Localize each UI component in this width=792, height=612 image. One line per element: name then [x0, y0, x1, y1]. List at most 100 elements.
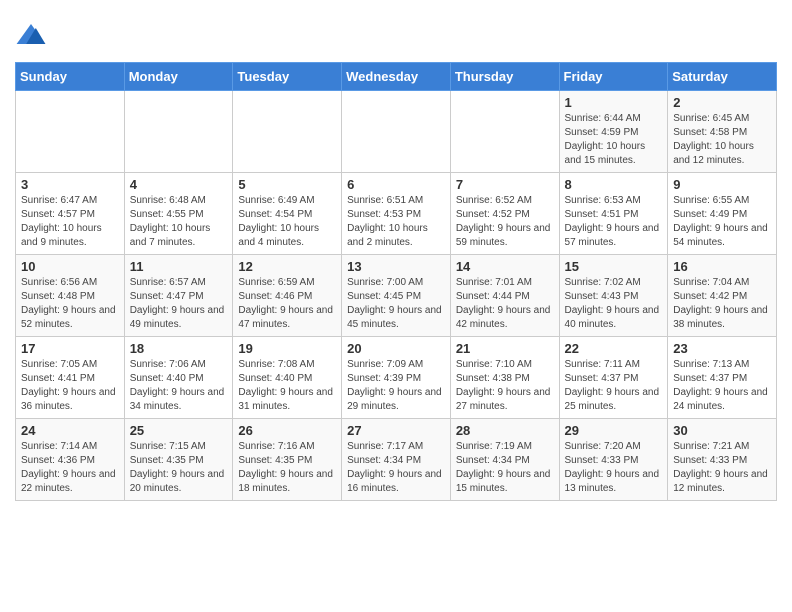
day-number: 13: [347, 259, 445, 274]
column-header-monday: Monday: [124, 63, 233, 91]
day-number: 16: [673, 259, 771, 274]
day-info: Sunrise: 7:08 AM Sunset: 4:40 PM Dayligh…: [238, 358, 336, 414]
calendar-row: 17 Sunrise: 7:05 AM Sunset: 4:41 PM Dayli…: [16, 337, 777, 419]
calendar-cell: 2 Sunrise: 6:45 AM Sunset: 4:58 PM Daylig…: [668, 91, 777, 173]
calendar-cell: 15 Sunrise: 7:02 AM Sunset: 4:43 PM Dayli…: [559, 255, 668, 337]
column-header-sunday: Sunday: [16, 63, 125, 91]
day-number: 20: [347, 341, 445, 356]
calendar-cell: 10 Sunrise: 6:56 AM Sunset: 4:48 PM Dayli…: [16, 255, 125, 337]
day-info: Sunrise: 6:57 AM Sunset: 4:47 PM Dayligh…: [130, 276, 228, 332]
calendar-cell: 4 Sunrise: 6:48 AM Sunset: 4:55 PM Daylig…: [124, 173, 233, 255]
calendar-cell: 12 Sunrise: 6:59 AM Sunset: 4:46 PM Dayli…: [233, 255, 342, 337]
calendar-cell: 29 Sunrise: 7:20 AM Sunset: 4:33 PM Dayli…: [559, 419, 668, 501]
calendar-table: SundayMondayTuesdayWednesdayThursdayFrid…: [15, 62, 777, 501]
day-info: Sunrise: 7:06 AM Sunset: 4:40 PM Dayligh…: [130, 358, 228, 414]
calendar-cell: 7 Sunrise: 6:52 AM Sunset: 4:52 PM Daylig…: [450, 173, 559, 255]
day-info: Sunrise: 7:11 AM Sunset: 4:37 PM Dayligh…: [565, 358, 663, 414]
day-number: 10: [21, 259, 119, 274]
calendar-cell: 23Sunrise: 7:13 AM Sunset: 4:37 PM Dayli…: [668, 337, 777, 419]
day-number: 30: [673, 423, 771, 438]
day-number: 8: [565, 177, 663, 192]
calendar-cell: 17 Sunrise: 7:05 AM Sunset: 4:41 PM Dayli…: [16, 337, 125, 419]
day-info: Sunrise: 6:48 AM Sunset: 4:55 PM Dayligh…: [130, 194, 228, 250]
day-number: 27: [347, 423, 445, 438]
day-number: 4: [130, 177, 228, 192]
day-number: 25: [130, 423, 228, 438]
day-number: 7: [456, 177, 554, 192]
day-number: 11: [130, 259, 228, 274]
day-info: Sunrise: 6:55 AM Sunset: 4:49 PM Dayligh…: [673, 194, 771, 250]
calendar-cell: [233, 91, 342, 173]
day-info: Sunrise: 7:01 AM Sunset: 4:44 PM Dayligh…: [456, 276, 554, 332]
day-number: 28: [456, 423, 554, 438]
day-info: Sunrise: 6:56 AM Sunset: 4:48 PM Dayligh…: [21, 276, 119, 332]
day-number: 5: [238, 177, 336, 192]
day-info: Sunrise: 7:04 AM Sunset: 4:42 PM Dayligh…: [673, 276, 771, 332]
day-number: 9: [673, 177, 771, 192]
calendar-cell: 26Sunrise: 7:16 AM Sunset: 4:35 PM Dayli…: [233, 419, 342, 501]
day-info: Sunrise: 7:20 AM Sunset: 4:33 PM Dayligh…: [565, 440, 663, 496]
day-number: 15: [565, 259, 663, 274]
day-info: Sunrise: 6:59 AM Sunset: 4:46 PM Dayligh…: [238, 276, 336, 332]
day-number: 29: [565, 423, 663, 438]
day-number: 2: [673, 95, 771, 110]
calendar-cell: 8 Sunrise: 6:53 AM Sunset: 4:51 PM Daylig…: [559, 173, 668, 255]
day-info: Sunrise: 7:21 AM Sunset: 4:33 PM Dayligh…: [673, 440, 771, 496]
calendar-cell: [450, 91, 559, 173]
day-info: Sunrise: 6:52 AM Sunset: 4:52 PM Dayligh…: [456, 194, 554, 250]
header-row: SundayMondayTuesdayWednesdayThursdayFrid…: [16, 63, 777, 91]
calendar-row: 1 Sunrise: 6:44 AM Sunset: 4:59 PM Daylig…: [16, 91, 777, 173]
day-number: 1: [565, 95, 663, 110]
calendar-cell: 30 Sunrise: 7:21 AM Sunset: 4:33 PM Dayli…: [668, 419, 777, 501]
day-info: Sunrise: 6:44 AM Sunset: 4:59 PM Dayligh…: [565, 112, 663, 168]
day-info: Sunrise: 7:17 AM Sunset: 4:34 PM Dayligh…: [347, 440, 445, 496]
calendar-cell: 21 Sunrise: 7:10 AM Sunset: 4:38 PM Dayli…: [450, 337, 559, 419]
day-number: 22: [565, 341, 663, 356]
column-header-wednesday: Wednesday: [342, 63, 451, 91]
day-number: 6: [347, 177, 445, 192]
day-info: Sunrise: 7:00 AM Sunset: 4:45 PM Dayligh…: [347, 276, 445, 332]
day-info: Sunrise: 7:09 AM Sunset: 4:39 PM Dayligh…: [347, 358, 445, 414]
calendar-cell: 11 Sunrise: 6:57 AM Sunset: 4:47 PM Dayli…: [124, 255, 233, 337]
calendar-cell: 16 Sunrise: 7:04 AM Sunset: 4:42 PM Dayli…: [668, 255, 777, 337]
calendar-row: 24Sunrise: 7:14 AM Sunset: 4:36 PM Dayli…: [16, 419, 777, 501]
day-number: 14: [456, 259, 554, 274]
column-header-tuesday: Tuesday: [233, 63, 342, 91]
calendar-cell: 27 Sunrise: 7:17 AM Sunset: 4:34 PM Dayli…: [342, 419, 451, 501]
calendar-cell: [342, 91, 451, 173]
day-info: Sunrise: 6:53 AM Sunset: 4:51 PM Dayligh…: [565, 194, 663, 250]
calendar-cell: 3Sunrise: 6:47 AM Sunset: 4:57 PM Daylig…: [16, 173, 125, 255]
calendar-row: 3Sunrise: 6:47 AM Sunset: 4:57 PM Daylig…: [16, 173, 777, 255]
day-info: Sunrise: 7:05 AM Sunset: 4:41 PM Dayligh…: [21, 358, 119, 414]
calendar-cell: 25 Sunrise: 7:15 AM Sunset: 4:35 PM Dayli…: [124, 419, 233, 501]
day-number: 3: [21, 177, 119, 192]
day-info: Sunrise: 7:14 AM Sunset: 4:36 PM Dayligh…: [21, 440, 119, 496]
calendar-row: 10 Sunrise: 6:56 AM Sunset: 4:48 PM Dayli…: [16, 255, 777, 337]
day-number: 19: [238, 341, 336, 356]
column-header-thursday: Thursday: [450, 63, 559, 91]
calendar-cell: 14 Sunrise: 7:01 AM Sunset: 4:44 PM Dayli…: [450, 255, 559, 337]
calendar-cell: 18 Sunrise: 7:06 AM Sunset: 4:40 PM Dayli…: [124, 337, 233, 419]
column-header-friday: Friday: [559, 63, 668, 91]
day-number: 12: [238, 259, 336, 274]
calendar-cell: [124, 91, 233, 173]
calendar-cell: 1 Sunrise: 6:44 AM Sunset: 4:59 PM Daylig…: [559, 91, 668, 173]
day-number: 17: [21, 341, 119, 356]
calendar-cell: [16, 91, 125, 173]
calendar-cell: 9 Sunrise: 6:55 AM Sunset: 4:49 PM Daylig…: [668, 173, 777, 255]
logo: [15, 20, 51, 52]
day-info: Sunrise: 7:19 AM Sunset: 4:34 PM Dayligh…: [456, 440, 554, 496]
calendar-cell: 5Sunrise: 6:49 AM Sunset: 4:54 PM Daylig…: [233, 173, 342, 255]
day-number: 23: [673, 341, 771, 356]
day-info: Sunrise: 7:16 AM Sunset: 4:35 PM Dayligh…: [238, 440, 336, 496]
day-info: Sunrise: 7:02 AM Sunset: 4:43 PM Dayligh…: [565, 276, 663, 332]
logo-icon: [15, 20, 47, 52]
day-info: Sunrise: 6:51 AM Sunset: 4:53 PM Dayligh…: [347, 194, 445, 250]
day-number: 21: [456, 341, 554, 356]
calendar-cell: 28 Sunrise: 7:19 AM Sunset: 4:34 PM Dayli…: [450, 419, 559, 501]
day-info: Sunrise: 7:10 AM Sunset: 4:38 PM Dayligh…: [456, 358, 554, 414]
column-header-saturday: Saturday: [668, 63, 777, 91]
day-info: Sunrise: 6:45 AM Sunset: 4:58 PM Dayligh…: [673, 112, 771, 168]
day-info: Sunrise: 7:15 AM Sunset: 4:35 PM Dayligh…: [130, 440, 228, 496]
day-number: 18: [130, 341, 228, 356]
